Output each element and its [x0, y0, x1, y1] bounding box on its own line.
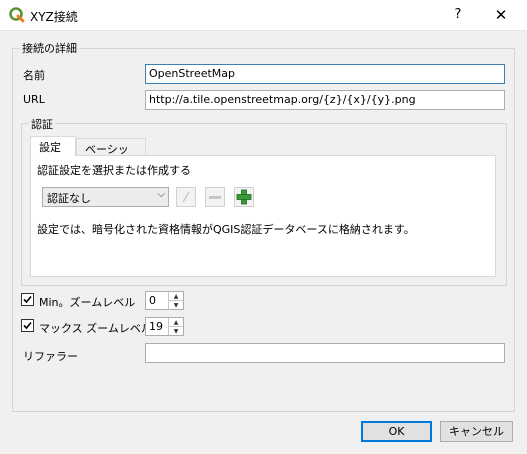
pencil-icon: [182, 191, 190, 203]
minus-icon: [209, 196, 221, 199]
min-zoom-label: Min。ズームレベル: [39, 296, 136, 309]
max-zoom-stepper: ▲ ▼: [168, 318, 183, 335]
referer-field[interactable]: [145, 343, 505, 363]
max-zoom-down-button[interactable]: ▼: [169, 327, 183, 336]
connection-details-title: 接続の詳細: [20, 40, 79, 56]
auth-config-value: 認証なし: [47, 192, 91, 205]
min-zoom-up-button[interactable]: ▲: [169, 292, 183, 301]
min-zoom-spinbox[interactable]: 0 ▲ ▼: [145, 291, 184, 310]
authentication-title: 認証: [29, 116, 55, 132]
max-zoom-spinbox[interactable]: 19 ▲ ▼: [145, 317, 184, 336]
auth-config-select[interactable]: 認証なし ⌵: [42, 187, 169, 207]
auth-info-text: 設定では、暗号化された資格情報がQGIS認証データベースに格納されます。: [37, 223, 415, 236]
referer-label: リファラー: [23, 350, 78, 363]
qgis-logo-icon: [9, 7, 25, 23]
url-label: URL: [23, 93, 45, 106]
tab-basic[interactable]: ベーシック: [76, 138, 146, 172]
remove-auth-button[interactable]: [205, 187, 225, 207]
max-zoom-label: マックス ズームレベル: [39, 322, 152, 335]
url-field[interactable]: http://a.tile.openstreetmap.org/{z}/{x}/…: [145, 90, 505, 110]
min-zoom-stepper: ▲ ▼: [168, 292, 183, 309]
min-zoom-down-button[interactable]: ▼: [169, 301, 183, 310]
cancel-button[interactable]: キャンセル: [440, 421, 513, 442]
check-icon: [23, 321, 32, 330]
ok-button[interactable]: OK: [361, 421, 432, 442]
select-auth-label: 認証設定を選択または作成する: [37, 164, 191, 177]
max-zoom-checkbox[interactable]: [21, 319, 34, 332]
add-auth-button[interactable]: [234, 187, 254, 207]
check-icon: [23, 295, 32, 304]
edit-auth-button[interactable]: [176, 187, 196, 207]
tab-panel-settings: 認証設定を選択または作成する 認証なし ⌵ 設定では、暗号化された資格情報がQG…: [30, 155, 496, 277]
max-zoom-value: 19: [149, 320, 163, 333]
close-button[interactable]: ✕: [484, 0, 518, 30]
chevron-down-icon: ⌵: [157, 189, 165, 200]
tab-settings[interactable]: 設定: [30, 136, 76, 156]
window-title: XYZ接続: [30, 10, 78, 24]
help-button[interactable]: ?: [444, 0, 472, 30]
plus-icon: [236, 189, 252, 205]
min-zoom-value: 0: [149, 294, 156, 307]
max-zoom-up-button[interactable]: ▲: [169, 318, 183, 327]
name-field[interactable]: OpenStreetMap: [145, 64, 505, 84]
title-bar: XYZ接続 ? ✕: [0, 0, 527, 31]
name-label: 名前: [23, 69, 45, 82]
min-zoom-checkbox[interactable]: [21, 293, 34, 306]
